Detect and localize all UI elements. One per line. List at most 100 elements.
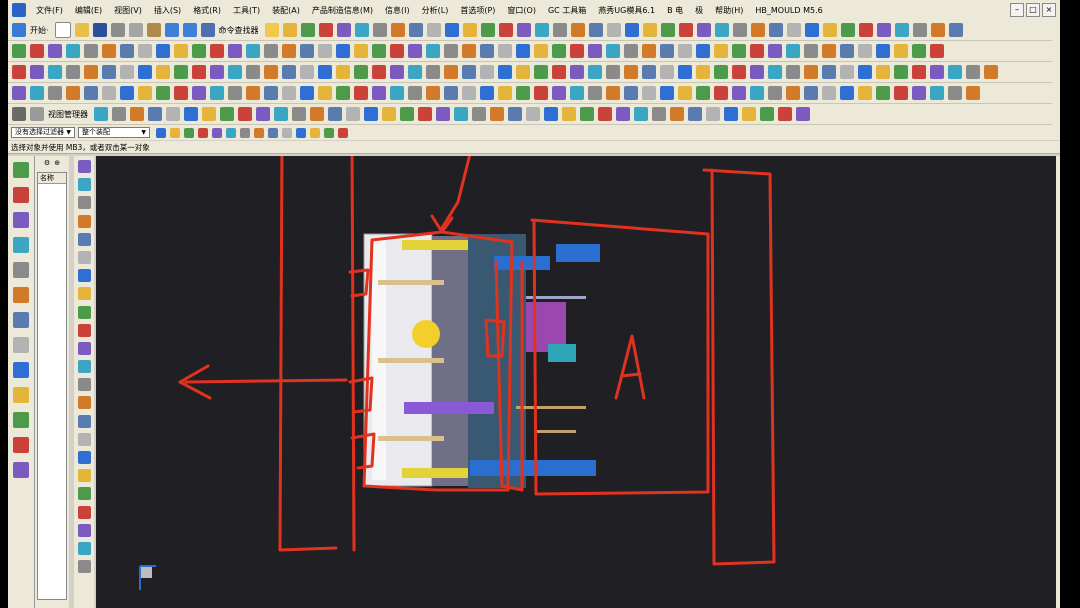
toolbar-tool-icon[interactable]	[372, 86, 386, 100]
toolbar-tool-icon[interactable]	[12, 65, 26, 79]
toolbar-tool-icon[interactable]	[570, 86, 584, 100]
toolbar-tool-icon[interactable]	[192, 44, 206, 58]
toolbar-tool-icon[interactable]	[390, 23, 405, 37]
resource-tab-icon[interactable]	[13, 387, 29, 403]
toolbar-tool-icon[interactable]	[138, 86, 152, 100]
menu-view[interactable]: 视图(V)	[108, 5, 148, 16]
toolbar-tool-icon[interactable]	[750, 86, 764, 100]
mold-assembly-model[interactable]	[363, 233, 600, 488]
toolbar-tool-icon[interactable]	[912, 44, 926, 58]
toolbar-tool-icon[interactable]	[876, 86, 890, 100]
toolbar-tool-icon[interactable]	[858, 86, 872, 100]
save-icon[interactable]	[92, 23, 107, 37]
toolbar-tool-icon[interactable]	[436, 107, 450, 121]
toolbar-tool-icon[interactable]	[300, 65, 314, 79]
toolbar-tool-icon[interactable]	[606, 86, 620, 100]
pin-icon[interactable]: ⊕	[54, 159, 60, 167]
toolbar-tool-icon[interactable]	[156, 65, 170, 79]
toolbar-tool-icon[interactable]	[516, 86, 530, 100]
selection-tool-icon[interactable]	[198, 127, 208, 138]
view-manager-icon[interactable]	[12, 107, 26, 121]
toolbar-tool-icon[interactable]	[300, 44, 314, 58]
toolbar-tool-icon[interactable]	[408, 44, 422, 58]
toolbar-tool-icon[interactable]	[696, 23, 711, 37]
toolbar-tool-icon[interactable]	[426, 23, 441, 37]
menu-edit[interactable]: 编辑(E)	[69, 5, 108, 16]
feature-tool-icon[interactable]	[77, 360, 91, 374]
toolbar-tool-icon[interactable]	[498, 65, 512, 79]
toolbar-tool-icon[interactable]	[750, 44, 764, 58]
toolbar-tool-icon[interactable]	[390, 44, 404, 58]
toolbar-tool-icon[interactable]	[498, 23, 513, 37]
toolbar-tool-icon[interactable]	[444, 44, 458, 58]
toolbar-tool-icon[interactable]	[678, 86, 692, 100]
resource-tab-icon[interactable]	[13, 262, 29, 278]
toolbar-tool-icon[interactable]	[894, 23, 909, 37]
navigator-list[interactable]: 名称	[37, 172, 67, 600]
toolbar-tool-icon[interactable]	[552, 23, 567, 37]
toolbar-tool-icon[interactable]	[750, 65, 764, 79]
resource-tab-icon[interactable]	[13, 312, 29, 328]
toolbar-tool-icon[interactable]	[588, 65, 602, 79]
grid-icon[interactable]	[30, 107, 44, 121]
selection-tool-icon[interactable]	[282, 127, 292, 138]
toolbar-tool-icon[interactable]	[336, 23, 351, 37]
toolbar-tool-icon[interactable]	[796, 107, 810, 121]
toolbar-tool-icon[interactable]	[426, 65, 440, 79]
open-folder-icon[interactable]	[74, 23, 89, 37]
resource-tab-icon[interactable]	[13, 462, 29, 478]
toolbar-tool-icon[interactable]	[642, 65, 656, 79]
toolbar-tool-icon[interactable]	[544, 107, 558, 121]
feature-tool-icon[interactable]	[77, 214, 91, 228]
selection-tool-icon[interactable]	[212, 127, 222, 138]
toolbar-tool-icon[interactable]	[598, 107, 612, 121]
paste-icon[interactable]	[146, 23, 161, 37]
menu-pmi[interactable]: 产品制造信息(M)	[306, 5, 379, 16]
toolbar-tool-icon[interactable]	[462, 44, 476, 58]
toolbar-tool-icon[interactable]	[624, 65, 638, 79]
start-icon[interactable]	[12, 23, 26, 37]
selection-filter-dropdown[interactable]: 没有选择过滤器 ▼	[11, 127, 75, 138]
toolbar-tool-icon[interactable]	[318, 65, 332, 79]
toolbar-tool-icon[interactable]	[138, 65, 152, 79]
toolbar-tool-icon[interactable]	[534, 23, 549, 37]
toolbar-tool-icon[interactable]	[418, 107, 432, 121]
menu-window[interactable]: 窗口(O)	[501, 5, 542, 16]
toolbar-tool-icon[interactable]	[138, 44, 152, 58]
toolbar-tool-icon[interactable]	[444, 23, 459, 37]
toolbar-tool-icon[interactable]	[696, 65, 710, 79]
toolbar-tool-icon[interactable]	[552, 65, 566, 79]
toolbar-tool-icon[interactable]	[174, 86, 188, 100]
toolbar-tool-icon[interactable]	[742, 107, 756, 121]
toolbar-tool-icon[interactable]	[462, 23, 477, 37]
feature-tool-icon[interactable]	[77, 560, 91, 574]
toolbar-tool-icon[interactable]	[490, 107, 504, 121]
toolbar-tool-icon[interactable]	[228, 44, 242, 58]
redo-icon[interactable]	[182, 23, 197, 37]
toolbar-tool-icon[interactable]	[336, 86, 350, 100]
toolbar-tool-icon[interactable]	[678, 23, 693, 37]
menu-insert[interactable]: 插入(S)	[148, 5, 187, 16]
toolbar-tool-icon[interactable]	[912, 65, 926, 79]
toolbar-tool-icon[interactable]	[516, 23, 531, 37]
resource-tab-icon[interactable]	[13, 437, 29, 453]
toolbar-tool-icon[interactable]	[786, 44, 800, 58]
menu-yanxiu-mold[interactable]: 燕秀UG模具6.1	[592, 5, 661, 16]
toolbar-tool-icon[interactable]	[526, 107, 540, 121]
toolbar-tool-icon[interactable]	[472, 107, 486, 121]
toolbar-tool-icon[interactable]	[174, 44, 188, 58]
toolbar-tool-icon[interactable]	[300, 23, 315, 37]
toolbar-tool-icon[interactable]	[400, 107, 414, 121]
toolbar-tool-icon[interactable]	[606, 44, 620, 58]
toolbar-tool-icon[interactable]	[66, 44, 80, 58]
selection-tool-icon[interactable]	[324, 127, 334, 138]
toolbar-tool-icon[interactable]	[714, 86, 728, 100]
toolbar-tool-icon[interactable]	[804, 86, 818, 100]
toolbar-tool-icon[interactable]	[804, 44, 818, 58]
toolbar-tool-icon[interactable]	[12, 86, 26, 100]
toolbar-tool-icon[interactable]	[876, 44, 890, 58]
toolbar-tool-icon[interactable]	[174, 65, 188, 79]
toolbar-tool-icon[interactable]	[606, 65, 620, 79]
toolbar-tool-icon[interactable]	[624, 44, 638, 58]
toolbar-tool-icon[interactable]	[246, 86, 260, 100]
